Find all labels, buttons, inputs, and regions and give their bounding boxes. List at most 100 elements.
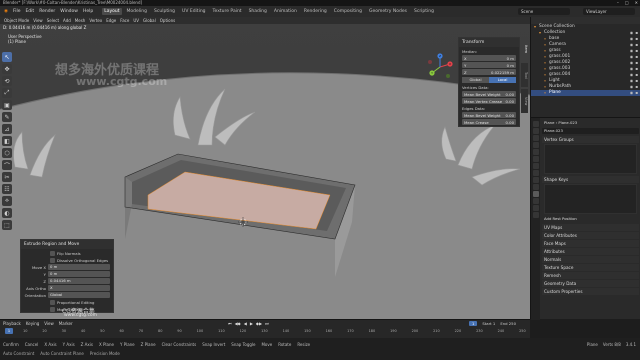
playback-control-icon[interactable]: ◀ <box>244 321 247 326</box>
properties-tab-icon[interactable] <box>532 212 539 218</box>
timeline-menu-playback[interactable]: Playback <box>3 321 21 326</box>
playback-control-icon[interactable]: ⏭ <box>265 321 269 326</box>
tool-1-icon[interactable]: ✥ <box>2 64 12 74</box>
tool-13-icon[interactable]: ◐ <box>2 208 12 218</box>
sidebar-tab-view[interactable]: View <box>521 89 528 113</box>
render-camera-icon[interactable]: ▪ <box>635 90 638 96</box>
navigation-gizmo[interactable]: X Y Z <box>426 53 454 81</box>
viewport-menu-face[interactable]: Face <box>120 18 129 23</box>
section-face-maps[interactable]: Face Maps <box>542 240 639 247</box>
blender-logo-icon[interactable]: ◉ <box>4 9 8 14</box>
viewport-menu-view[interactable]: View <box>33 18 43 23</box>
menu-file[interactable]: File <box>13 9 21 14</box>
properties-tab-icon[interactable] <box>532 142 539 148</box>
viewport-menu-options[interactable]: Options <box>160 18 175 23</box>
viewport-menu-global[interactable]: Global <box>143 18 156 23</box>
tab-modeling[interactable]: Modeling <box>125 8 149 15</box>
outliner-item[interactable]: ▿ Plane ◉ ▪ <box>531 90 640 96</box>
properties-tab-icon[interactable] <box>532 135 539 141</box>
axis-ortho-select[interactable]: X <box>48 285 110 291</box>
section-shape-keys[interactable]: Shape Keys <box>542 176 639 183</box>
tool-8-icon[interactable]: ⬡ <box>2 148 12 158</box>
viewport-menu-uv[interactable]: UV <box>133 18 139 23</box>
tab-sculpting[interactable]: Sculpting <box>152 8 177 15</box>
tab-compositing[interactable]: Compositing <box>332 8 364 15</box>
tool-5-icon[interactable]: ✎ <box>2 112 12 122</box>
tab-animation[interactable]: Animation <box>272 8 299 15</box>
properties-tab-icon[interactable] <box>532 191 539 197</box>
playback-control-icon[interactable]: ◆▶ <box>256 321 262 326</box>
tab-rendering[interactable]: Rendering <box>302 8 329 15</box>
tab-scripting[interactable]: Scripting <box>412 8 436 15</box>
section-texture-space[interactable]: Texture Space <box>542 264 639 271</box>
properties-tab-icon[interactable] <box>532 156 539 162</box>
tool-12-icon[interactable]: ⟡ <box>2 196 12 206</box>
visibility-eye-icon[interactable]: ◉ <box>630 90 634 96</box>
properties-tab-icon[interactable] <box>532 198 539 204</box>
tool-7-icon[interactable]: ◧ <box>2 136 12 146</box>
tab-geometry-nodes[interactable]: Geometry Nodes <box>367 8 409 15</box>
tab-uv-editing[interactable]: UV Editing <box>180 8 207 15</box>
properties-tab-icon[interactable] <box>532 121 539 127</box>
tool-6-icon[interactable]: ⊿ <box>2 124 12 134</box>
view-layer-selector[interactable]: ViewLayer <box>583 8 635 15</box>
current-frame-field[interactable]: 1 <box>468 321 478 326</box>
tool-3-icon[interactable]: ⤢ <box>2 88 12 98</box>
viewport-menu-add[interactable]: Add <box>63 18 71 23</box>
mesh-datablock-field[interactable]: Plane.023 <box>542 128 639 134</box>
menu-window[interactable]: Window <box>60 9 78 14</box>
menu-render[interactable]: Render <box>39 9 55 14</box>
global-toggle[interactable]: Global <box>462 77 489 83</box>
playback-control-icon[interactable]: ▶ <box>250 321 253 326</box>
section-color-attributes[interactable]: Color Attributes <box>542 232 639 239</box>
edge-data-field[interactable]: Mean Crease 0.00 <box>462 119 516 125</box>
viewport-menu-edge[interactable]: Edge <box>106 18 116 23</box>
section-normals[interactable]: Normals <box>542 256 639 263</box>
tool-14-icon[interactable]: ⬚ <box>2 220 12 230</box>
median-field[interactable]: X 0 m <box>462 55 516 61</box>
median-field[interactable]: Y 0 m <box>462 62 516 68</box>
timeline-menu-marker[interactable]: Marker <box>59 321 73 326</box>
add-rest-position-checkbox[interactable]: Add Rest Position <box>542 216 639 222</box>
checkbox[interactable] <box>50 299 55 305</box>
checkbox[interactable] <box>50 306 55 312</box>
properties-tab-icon[interactable] <box>532 170 539 176</box>
tool-10-icon[interactable]: ✂ <box>2 172 12 182</box>
playback-control-icon[interactable]: ⏮ <box>228 321 232 326</box>
properties-tab-icon[interactable] <box>532 205 539 211</box>
properties-tab-icon[interactable] <box>532 184 539 190</box>
orientation-select[interactable]: Global <box>48 292 110 298</box>
tool-4-icon[interactable]: ▣ <box>2 100 12 110</box>
local-toggle[interactable]: Local <box>489 77 516 83</box>
tab-layout[interactable]: Layout <box>102 8 122 15</box>
edge-data-field[interactable]: Mean Bevel Weight 0.00 <box>462 112 516 118</box>
tool-0-icon[interactable]: ↖ <box>2 52 12 62</box>
section-remesh[interactable]: Remesh <box>542 272 639 279</box>
vertex-groups-list[interactable] <box>544 144 637 174</box>
tab-texture-paint[interactable]: Texture Paint <box>211 8 244 15</box>
section-uv-maps[interactable]: UV Maps <box>542 224 639 231</box>
median-field[interactable]: Z 0.022159 m <box>462 69 516 75</box>
tool-11-icon[interactable]: ☷ <box>2 184 12 194</box>
section-geometry-data[interactable]: Geometry Data <box>542 280 639 287</box>
op-move-value[interactable]: 0 m <box>48 264 110 270</box>
tool-9-icon[interactable]: ⌒ <box>2 160 12 170</box>
section-vertex-groups[interactable]: Vertex Groups <box>542 136 639 143</box>
viewport-menu-vertex[interactable]: Vertex <box>89 18 102 23</box>
timeline-ruler[interactable]: 0102030405060708090100110120130140150160… <box>6 329 526 335</box>
end-frame-field[interactable]: End 250 <box>500 321 516 326</box>
viewport-menu-mesh[interactable]: Mesh <box>75 18 86 23</box>
tool-2-icon[interactable]: ⟲ <box>2 76 12 86</box>
timeline[interactable]: Playback Keying View Marker ⏮ ◀◆ ◀ ▶ ◆▶ ⏭ 1 Star… <box>0 319 530 338</box>
properties-tab-icon[interactable] <box>532 163 539 169</box>
sidebar-tab-tool[interactable]: Tool <box>521 63 528 87</box>
checkbox[interactable] <box>50 250 55 256</box>
tab-shading[interactable]: Shading <box>247 8 269 15</box>
op-panel-title[interactable]: Extrude Region and Move <box>21 240 113 249</box>
section-custom-properties[interactable]: Custom Properties <box>542 288 639 295</box>
timeline-menu-keying[interactable]: Keying <box>26 321 39 326</box>
op-move-value[interactable]: 0 m <box>48 271 110 277</box>
viewport-menu-select[interactable]: Select <box>47 18 59 23</box>
op-move-value[interactable]: 0.04416 m <box>48 278 110 284</box>
checkbox[interactable] <box>50 257 55 263</box>
